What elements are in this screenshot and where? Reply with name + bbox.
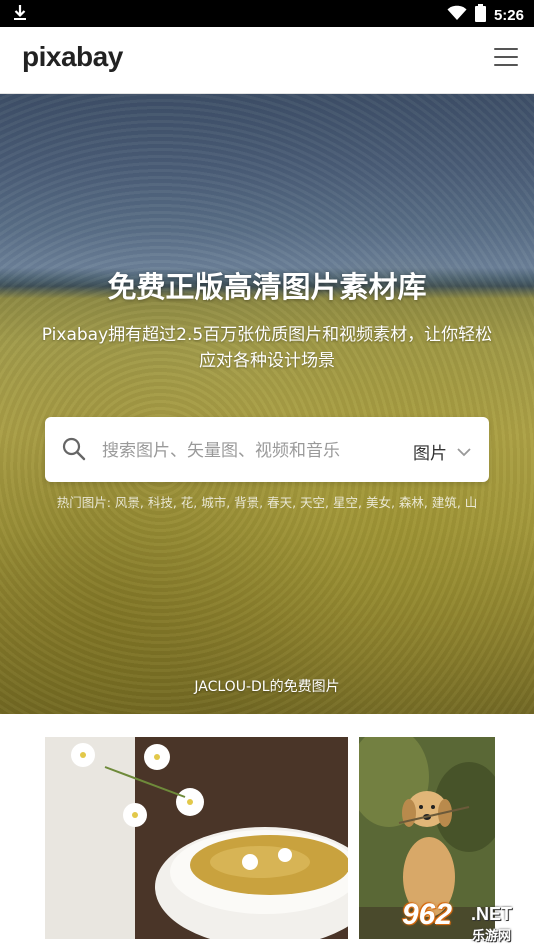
search-type-select[interactable]: 图片	[413, 439, 471, 464]
hero-subtitle: Pixabay拥有超过2.5百万张优质图片和视频素材，让你轻松应对各种设计场景	[41, 325, 493, 371]
chevron-down-icon	[457, 442, 471, 462]
popular-searches[interactable]: 热门图片: 风景, 科技, 花, 城市, 背景, 春天, 天空, 星空, 美女,…	[55, 494, 479, 512]
search-icon[interactable]	[61, 436, 87, 466]
status-bar: 5:26	[0, 0, 534, 27]
hero-banner: 免费正版高清图片素材库 Pixabay拥有超过2.5百万张优质图片和视频素材，让…	[0, 94, 534, 714]
clock: 5:26	[493, 6, 524, 24]
search-input[interactable]	[100, 417, 404, 484]
search-bar: 图片	[45, 417, 489, 484]
pixabay-logo[interactable]: pixabay	[22, 41, 123, 73]
watermark-text: 乐游网	[472, 929, 512, 944]
hamburger-menu-icon[interactable]	[494, 48, 518, 68]
download-icon	[12, 4, 28, 26]
battery-icon	[474, 4, 486, 26]
search-type-label: 图片	[413, 444, 447, 464]
photo-credit[interactable]: JACLOU-DL的免费图片	[0, 676, 534, 696]
watermark-logo: 962 .NET 乐游网	[396, 898, 530, 944]
hero-title: 免费正版高清图片素材库	[107, 270, 427, 304]
watermark-number: 962	[402, 898, 453, 931]
app-header: pixabay	[0, 27, 534, 94]
hero-background-image	[0, 94, 534, 714]
watermark-suffix: .NET	[471, 904, 513, 924]
wifi-icon	[447, 5, 467, 25]
photo-thumbnail-tea[interactable]	[45, 737, 348, 939]
